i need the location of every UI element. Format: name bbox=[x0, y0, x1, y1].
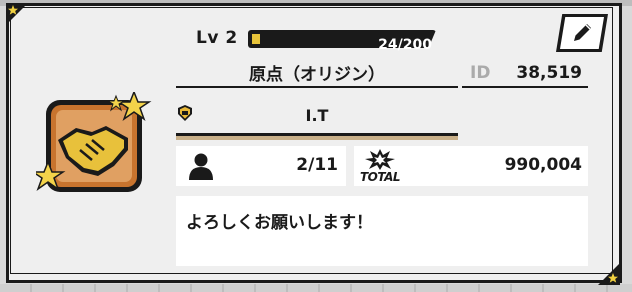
xp-text: 24/200 bbox=[378, 37, 432, 53]
corner-star-icon bbox=[598, 263, 620, 285]
guild-name: I.T bbox=[305, 106, 329, 125]
friends-count: 2/11 bbox=[296, 155, 338, 175]
player-name: 原点（オリジン） bbox=[249, 65, 385, 85]
corner-star-icon bbox=[6, 3, 28, 25]
xp-bar-fill bbox=[252, 34, 260, 44]
handshake-avatar bbox=[36, 92, 152, 192]
level-label: Lv 2 bbox=[196, 28, 238, 48]
total-burst-icon bbox=[365, 149, 395, 170]
id-value: 38,519 bbox=[516, 63, 582, 83]
person-icon bbox=[189, 153, 213, 180]
total-value: 990,004 bbox=[504, 155, 582, 175]
total-label: TOTAL bbox=[360, 170, 401, 184]
id-label: ID bbox=[470, 63, 491, 83]
id-underline bbox=[462, 86, 588, 88]
background-strip-bottom bbox=[0, 284, 632, 292]
comment-text: よろしくお願いします！ bbox=[186, 213, 373, 233]
name-underline bbox=[176, 86, 458, 88]
pencil-icon[interactable] bbox=[571, 20, 595, 44]
guild-accent-bar bbox=[176, 136, 458, 140]
